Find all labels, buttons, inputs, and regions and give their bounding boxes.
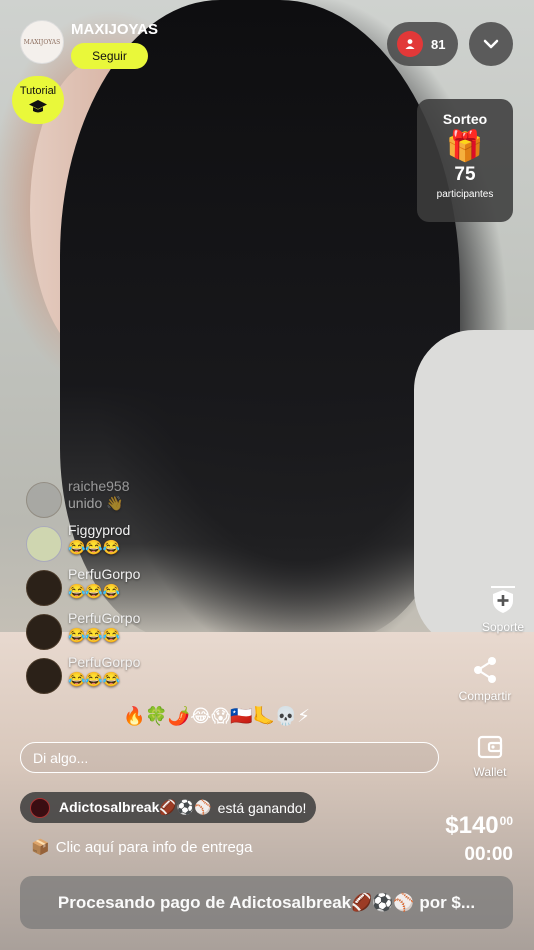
chat-text: 😂😂😂 bbox=[68, 627, 121, 643]
viewer-count: 81 bbox=[431, 36, 446, 52]
winner-status: está ganando! bbox=[217, 799, 307, 816]
seller-header: MAXIJOYAS MAXIJOYAS Seguir bbox=[20, 20, 158, 69]
share-icon bbox=[474, 657, 496, 683]
chat-message: Figgyprod 😂😂😂 bbox=[26, 522, 326, 566]
shop-name[interactable]: MAXIJOYAS bbox=[71, 21, 158, 39]
emoji-reaction-bar[interactable]: 🔥🍀🌶️😂😱🇨🇱🦶💀⚡ bbox=[123, 706, 310, 728]
chat-avatar[interactable] bbox=[26, 526, 62, 562]
wallet-icon bbox=[477, 735, 503, 759]
tutorial-label: Tutorial bbox=[19, 85, 57, 97]
chat-avatar[interactable] bbox=[26, 614, 62, 650]
chat-username[interactable]: PerfuGorpo bbox=[68, 566, 140, 582]
share-label: Compartir bbox=[458, 689, 512, 703]
chat-message: PerfuGorpo 😂😂😂 bbox=[26, 566, 326, 610]
chat-avatar[interactable] bbox=[26, 482, 62, 518]
chat-input[interactable] bbox=[20, 742, 439, 773]
chevron-down-icon bbox=[483, 39, 499, 49]
chat-text: unido 👋 bbox=[68, 495, 124, 511]
winner-avatar bbox=[30, 797, 50, 818]
support-label: Soporte bbox=[481, 620, 525, 634]
payment-processing-banner: Procesando pago de Adictosalbreak🏈⚽⚾ por… bbox=[20, 876, 513, 929]
raffle-title: Sorteo bbox=[442, 111, 488, 127]
current-price: $14000 bbox=[445, 812, 513, 840]
support-button[interactable]: Soporte bbox=[463, 585, 534, 634]
chat-text: 😂😂😂 bbox=[68, 583, 121, 599]
tutorial-button[interactable]: Tutorial bbox=[12, 76, 64, 124]
shop-info: MAXIJOYAS Seguir bbox=[71, 20, 158, 69]
winning-bidder-pill: Adictosalbreak🏈⚽⚾ está ganando! bbox=[20, 792, 317, 823]
shop-avatar[interactable]: MAXIJOYAS bbox=[20, 20, 64, 64]
chat-username[interactable]: PerfuGorpo bbox=[68, 610, 140, 626]
chat-text: 😂😂😂 bbox=[68, 539, 121, 555]
chat-feed: raiche958 unido 👋 Figgyprod 😂😂😂 PerfuGor… bbox=[26, 478, 326, 698]
chat-avatar[interactable] bbox=[26, 658, 62, 694]
chat-avatar[interactable] bbox=[26, 570, 62, 606]
wallet-label: Wallet bbox=[473, 765, 507, 779]
follow-button[interactable]: Seguir bbox=[71, 43, 148, 69]
package-icon: 📦 bbox=[31, 839, 50, 856]
chat-message: raiche958 unido 👋 bbox=[26, 478, 326, 522]
raffle-participants-label: participantes bbox=[436, 189, 494, 200]
price-cents: 00 bbox=[499, 814, 513, 828]
auction-timer: 00:00 bbox=[464, 844, 513, 865]
wallet-button[interactable]: Wallet bbox=[450, 734, 530, 779]
winner-name: Adictosalbreak🏈⚽⚾ bbox=[59, 799, 212, 815]
delivery-info-text: Clic aquí para info de entrega bbox=[55, 838, 253, 856]
gift-icon: 🎁 bbox=[446, 130, 484, 163]
shop-logo-text: MAXIJOYAS bbox=[23, 38, 61, 46]
collapse-button[interactable] bbox=[469, 22, 513, 66]
chat-username[interactable]: raiche958 bbox=[68, 478, 130, 494]
raffle-card[interactable]: Sorteo 🎁 75 participantes bbox=[417, 99, 513, 222]
chat-message: PerfuGorpo 😂😂😂 bbox=[26, 654, 326, 698]
chat-username[interactable]: PerfuGorpo bbox=[68, 654, 140, 670]
person-icon bbox=[397, 31, 423, 57]
raffle-participant-count: 75 bbox=[454, 164, 476, 185]
chat-message: PerfuGorpo 😂😂😂 bbox=[26, 610, 326, 654]
graduation-cap-icon bbox=[29, 100, 47, 113]
delivery-info-link[interactable]: 📦 Clic aquí para info de entrega bbox=[31, 838, 253, 857]
viewer-count-badge[interactable]: 81 bbox=[387, 22, 458, 66]
shield-plus-icon bbox=[491, 586, 515, 613]
chat-text: 😂😂😂 bbox=[68, 671, 121, 687]
share-button[interactable]: Compartir bbox=[445, 656, 525, 703]
chat-username[interactable]: Figgyprod bbox=[68, 522, 130, 538]
price-main: $140 bbox=[445, 812, 499, 839]
